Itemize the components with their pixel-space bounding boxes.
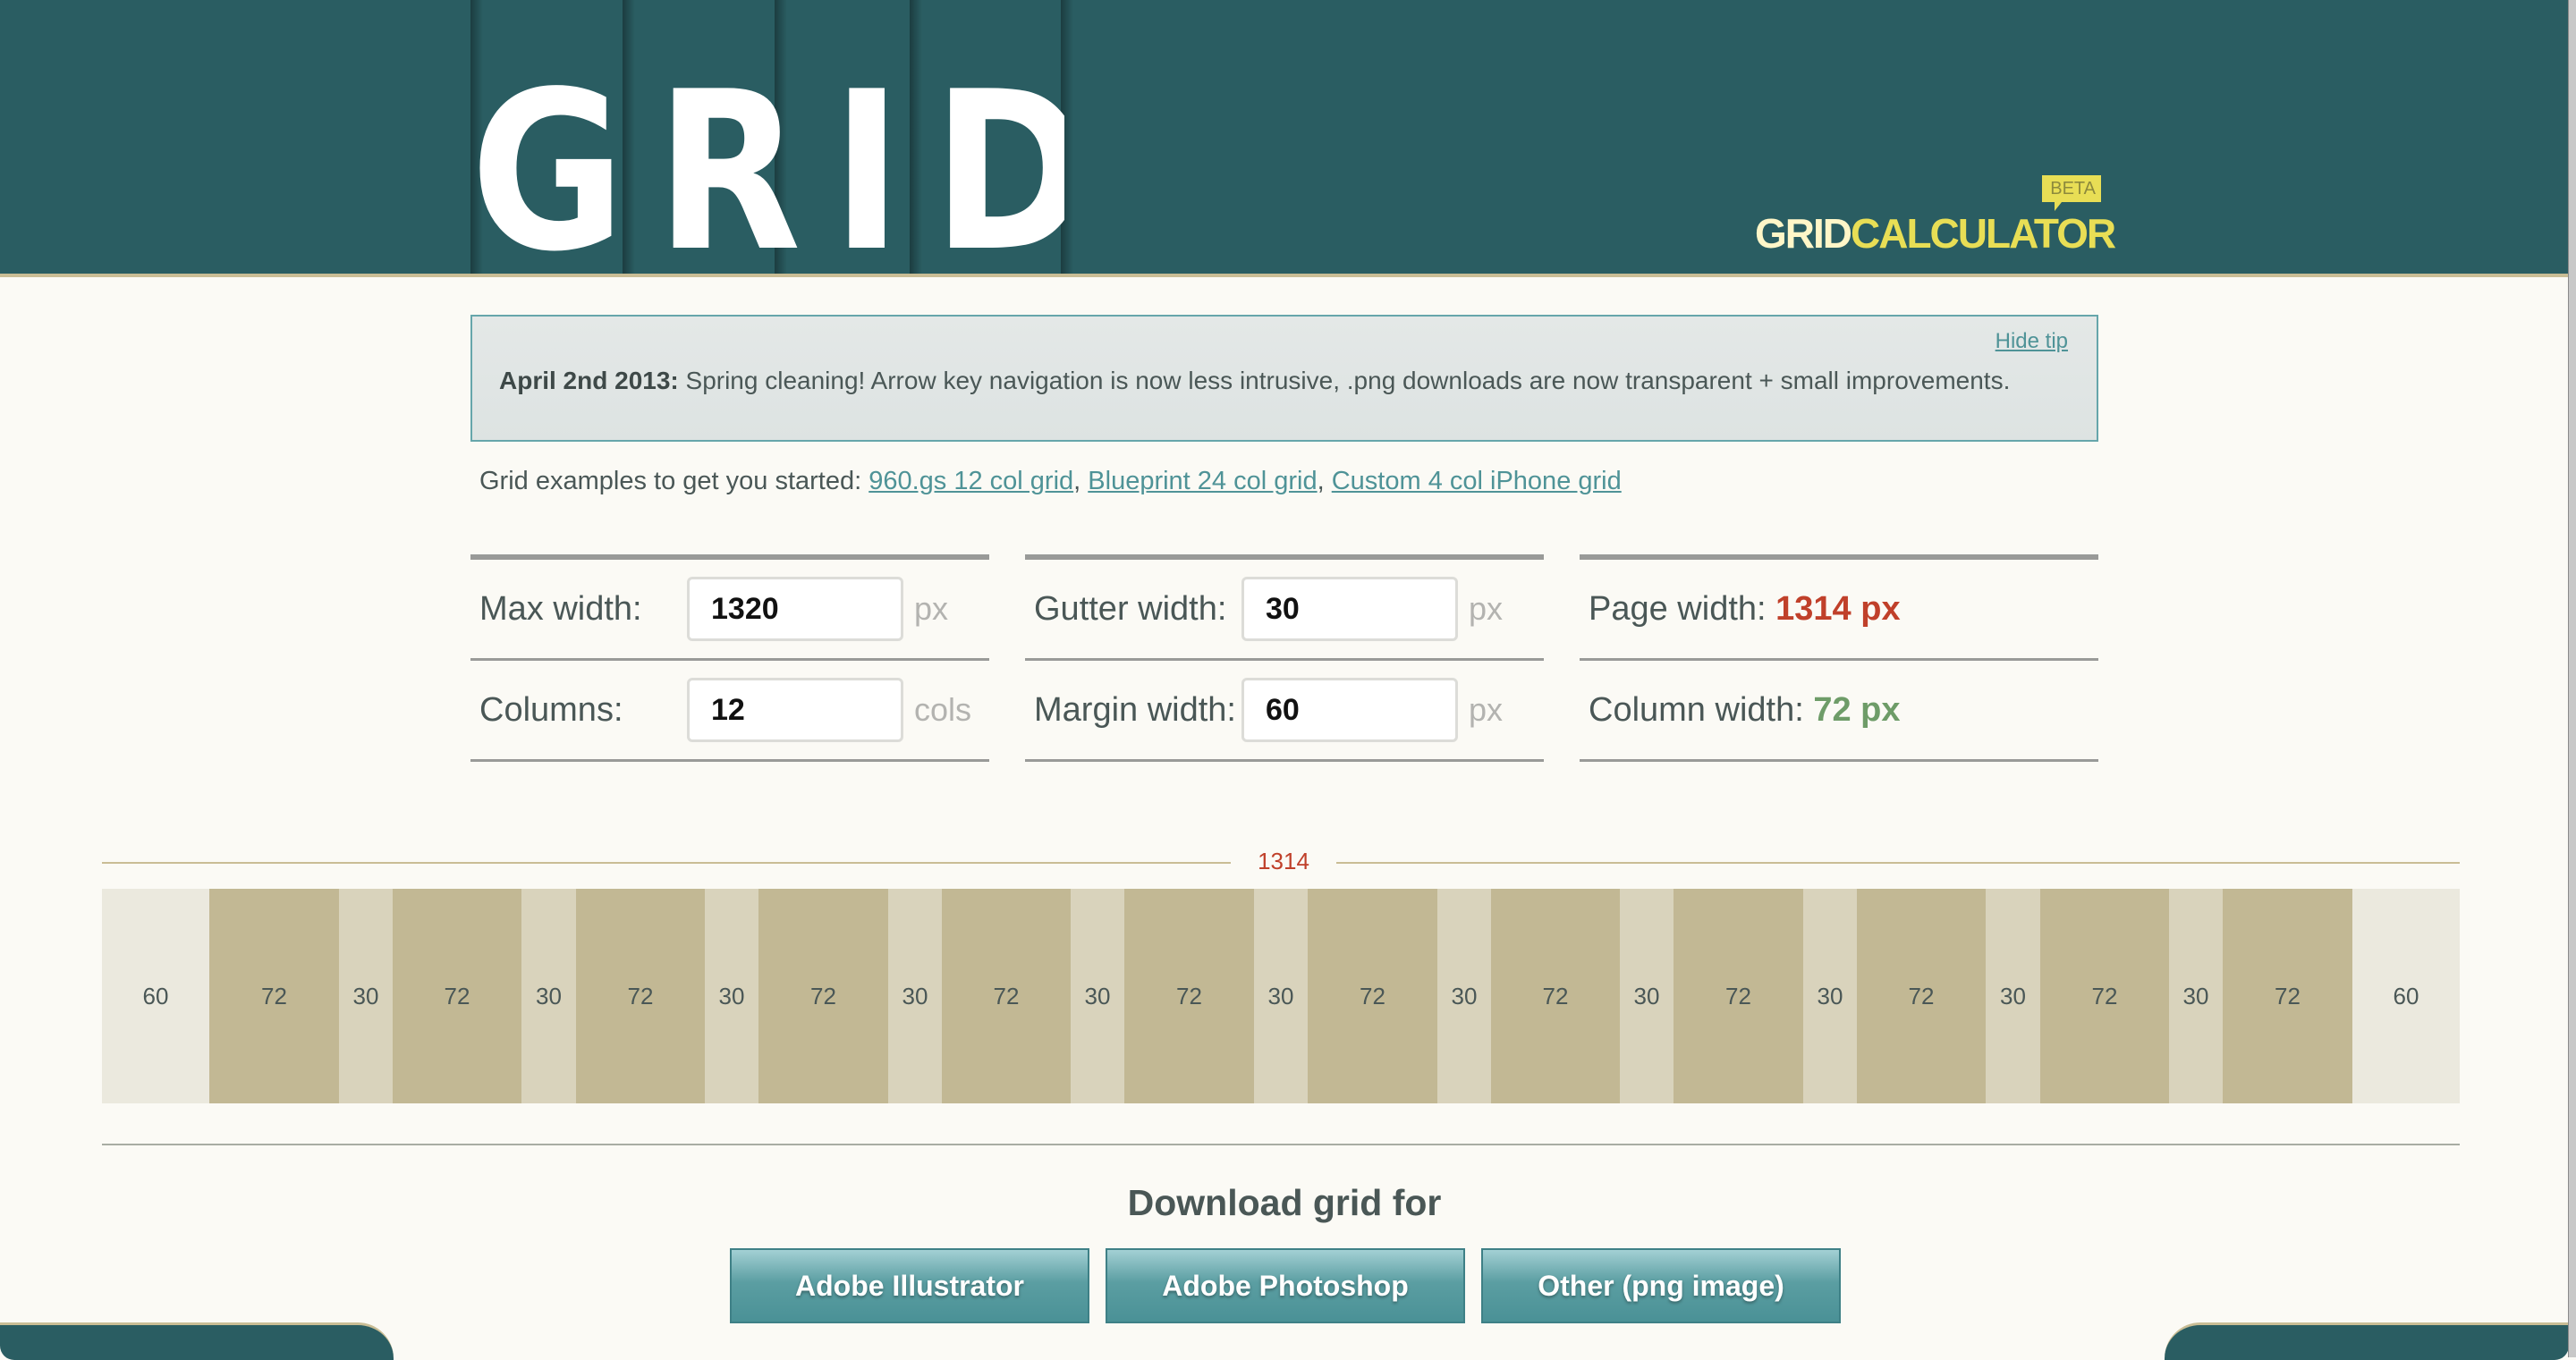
max-width-label: Max width: <box>479 589 642 628</box>
footer-tab-right <box>2165 1322 2569 1360</box>
page-width-label: Page width: <box>1589 589 1776 628</box>
tip-date: April 2nd 2013: <box>499 367 679 394</box>
grid-segment-margin: 60 <box>2352 889 2460 1103</box>
separator: , <box>1317 467 1332 495</box>
column-width-result: Column width: 72 px <box>1580 691 1901 730</box>
page-width-row: Page width: 1314 px <box>1580 560 2098 661</box>
form-group-gutter-margin: Gutter width: 30 px Margin width: 60 px <box>1025 554 1544 765</box>
form-group-width-columns: Max width: 1320 px Columns: 12 cols <box>470 554 989 765</box>
examples-intro: Grid examples to get you started: <box>479 467 869 495</box>
grid-segment-margin: 60 <box>102 889 209 1103</box>
columns-input[interactable]: 12 <box>687 678 903 742</box>
site-header: GRID BETA GRIDCALCULATOR <box>0 0 2569 277</box>
footer-tab-left <box>0 1322 394 1360</box>
brand-grid: GRID <box>1755 210 1852 257</box>
gutter-width-input[interactable]: 30 <box>1241 577 1458 641</box>
grid-segment-col: 72 <box>209 889 339 1103</box>
max-width-unit: px <box>914 590 949 627</box>
grid-examples: Grid examples to get you started: 960.gs… <box>479 467 1622 496</box>
grid-segment-col: 72 <box>942 889 1071 1103</box>
tip-box: Hide tip April 2nd 2013: Spring cleaning… <box>470 315 2098 442</box>
margin-width-label: Margin width: <box>1034 690 1236 729</box>
grid-segment-col: 72 <box>1308 889 1437 1103</box>
grid-calculator-brand[interactable]: GRIDCALCULATOR <box>1755 210 2116 257</box>
grid-segment-col: 72 <box>1857 889 1986 1103</box>
download-photoshop-button[interactable]: Adobe Photoshop <box>1106 1248 1465 1323</box>
section-divider <box>102 1144 2460 1145</box>
grid-segment-col: 72 <box>758 889 888 1103</box>
max-width-row: Max width: 1320 px <box>470 560 989 661</box>
margin-width-input[interactable]: 60 <box>1241 678 1458 742</box>
gutter-width-row: Gutter width: 30 px <box>1025 560 1544 661</box>
total-width-label: 1314 <box>1231 848 1336 875</box>
gutter-width-label: Gutter width: <box>1034 589 1227 628</box>
margin-width-row: Margin width: 60 px <box>1025 661 1544 762</box>
gutter-width-unit: px <box>1469 590 1504 627</box>
grid-segment-col: 72 <box>393 889 521 1103</box>
tip-text: April 2nd 2013: Spring cleaning! Arrow k… <box>499 367 2010 395</box>
background-window-edge <box>2568 0 2576 1357</box>
column-width-row: Column width: 72 px <box>1580 661 2098 762</box>
download-png-button[interactable]: Other (png image) <box>1481 1248 1841 1323</box>
columns-unit: cols <box>914 691 972 728</box>
download-title: Download grid for <box>1127 1182 1442 1223</box>
grid-segment-col: 72 <box>2040 889 2169 1103</box>
tip-message: Spring cleaning! Arrow key navigation is… <box>678 367 2011 394</box>
max-width-input[interactable]: 1320 <box>687 577 903 641</box>
example-link-960gs[interactable]: 960.gs 12 col grid <box>869 467 1073 495</box>
column-width-value: 72 px <box>1813 690 1901 729</box>
grid-segment-col: 72 <box>576 889 705 1103</box>
grid-segment-gutter: 30 <box>1803 889 1857 1103</box>
grid-logo[interactable]: GRID <box>470 82 1064 261</box>
grid-segment-col: 72 <box>1124 889 1254 1103</box>
grid-segment-gutter: 30 <box>1620 889 1674 1103</box>
grid-segment-col: 72 <box>1674 889 1803 1103</box>
columns-row: Columns: 12 cols <box>470 661 989 762</box>
grid-segment-col: 72 <box>1491 889 1620 1103</box>
grid-segment-gutter: 30 <box>1986 889 2040 1103</box>
beta-badge: BETA <box>2042 175 2101 211</box>
download-illustrator-button[interactable]: Adobe Illustrator <box>730 1248 1089 1323</box>
brand-calculator: CALCULATOR <box>1851 210 2116 257</box>
grid-segment-col: 72 <box>2223 889 2352 1103</box>
hide-tip-link[interactable]: Hide tip <box>1996 329 2068 354</box>
page-width-result: Page width: 1314 px <box>1580 590 1901 629</box>
grid-segment-gutter: 30 <box>705 889 758 1103</box>
margin-width-unit: px <box>1469 691 1504 728</box>
form-group-results: Page width: 1314 px Column width: 72 px <box>1580 554 2098 765</box>
example-link-iphone[interactable]: Custom 4 col iPhone grid <box>1332 467 1622 495</box>
grid-segment-gutter: 30 <box>521 889 576 1103</box>
column-width-label: Column width: <box>1589 690 1814 729</box>
grid-logo-text: GRID <box>470 82 1064 261</box>
grid-segment-gutter: 30 <box>339 889 393 1103</box>
page-width-value: 1314 px <box>1775 589 1901 628</box>
grid-segment-gutter: 30 <box>2169 889 2223 1103</box>
grid-segment-gutter: 30 <box>1071 889 1124 1103</box>
separator: , <box>1073 467 1089 495</box>
example-link-blueprint[interactable]: Blueprint 24 col grid <box>1088 467 1317 495</box>
grid-segment-gutter: 30 <box>1437 889 1491 1103</box>
columns-label: Columns: <box>479 690 623 729</box>
grid-preview: 60 72 30 72 30 72 30 72 30 72 30 72 30 72 30 72 30 72 30 72… <box>102 889 2460 1103</box>
grid-segment-gutter: 30 <box>888 889 942 1103</box>
grid-segment-gutter: 30 <box>1254 889 1308 1103</box>
